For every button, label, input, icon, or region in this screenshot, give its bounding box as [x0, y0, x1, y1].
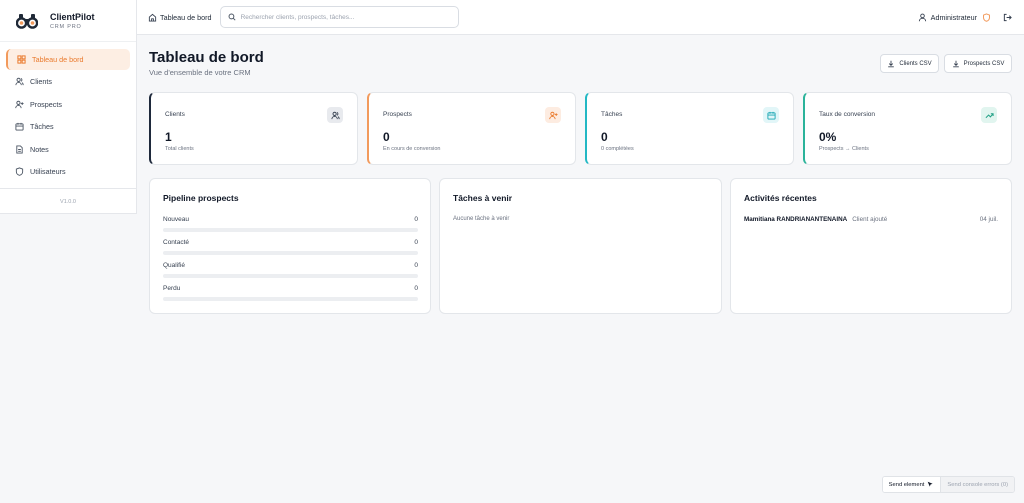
- sidebar-item-label: Utilisateurs: [30, 166, 66, 176]
- stat-value: 0%: [819, 130, 837, 144]
- stage-label: Perdu: [163, 285, 181, 292]
- cursor-icon: [927, 481, 934, 488]
- calendar-icon: [14, 122, 24, 132]
- stage-label: Nouveau: [163, 216, 190, 223]
- stat-value: 0: [601, 130, 608, 144]
- breadcrumb[interactable]: Tableau de bord: [148, 13, 212, 22]
- stat-card-clients[interactable]: Clients 1 Total clients: [149, 92, 358, 165]
- export-prospects-label: Prospects CSV: [963, 60, 1005, 67]
- users-icon: [327, 107, 343, 123]
- pipeline-stage: Nouveau 0: [163, 216, 418, 232]
- sidebar-item-dashboard[interactable]: Tableau de bord: [6, 49, 130, 70]
- search-input[interactable]: [240, 13, 441, 21]
- download-icon: [952, 60, 960, 68]
- note-icon: [14, 144, 24, 154]
- activity-action: Client ajouté: [852, 216, 888, 223]
- stat-desc: Total clients: [165, 146, 194, 152]
- stat-desc: Prospects → Clients: [819, 146, 869, 152]
- panel-title: Pipeline prospects: [163, 193, 239, 203]
- user-plus-icon: [545, 107, 561, 123]
- topbar: Tableau de bord Administrateur: [137, 0, 1024, 35]
- user-area: Administrateur: [918, 0, 1012, 35]
- stat-value: 1: [165, 130, 172, 144]
- export-clients-button[interactable]: Clients CSV: [880, 54, 939, 73]
- stat-desc: En cours de conversion: [383, 146, 441, 152]
- app-version: V1.0.0: [0, 188, 136, 205]
- stage-progress-bar: [163, 297, 418, 301]
- tasks-panel: Tâches à venir Aucune tâche à venir: [439, 178, 722, 314]
- stage-count: 0: [414, 216, 418, 223]
- activity-date: 04 juil.: [979, 216, 998, 223]
- calendar-icon: [763, 107, 779, 123]
- sidebar-item-label: Tâches: [30, 122, 54, 132]
- sidebar-item-label: Clients: [30, 77, 52, 87]
- stat-desc: 0 complétées: [601, 146, 634, 152]
- stat-card-prospects[interactable]: Prospects 0 En cours de conversion: [367, 92, 576, 165]
- user-name[interactable]: Administrateur: [931, 13, 977, 22]
- stat-label: Clients: [165, 111, 185, 118]
- trend-up-icon: [981, 107, 997, 123]
- sidebar-item-utilisateurs[interactable]: Utilisateurs: [6, 161, 130, 182]
- pipeline-panel: Pipeline prospects Nouveau 0 Contacté 0 …: [149, 178, 431, 314]
- dashboard-grid-icon: [16, 55, 26, 65]
- home-icon: [148, 13, 157, 22]
- stage-count: 0: [414, 285, 418, 292]
- search-box[interactable]: [219, 6, 459, 28]
- brand[interactable]: ClientPilot CRM PRO: [0, 0, 136, 42]
- sidebar-item-taches[interactable]: Tâches: [6, 116, 130, 137]
- sidebar-item-label: Tableau de bord: [32, 55, 84, 64]
- activity-item[interactable]: Mamitiana RANDRIANANTENAINA Client ajout…: [744, 216, 998, 223]
- activity-user: Mamitiana RANDRIANANTENAINA: [744, 216, 848, 223]
- sidebar-nav: Tableau de bord Clients Prospects Tâches…: [0, 42, 136, 190]
- shield-icon: [14, 166, 24, 176]
- stage-progress-bar: [163, 251, 418, 255]
- users-icon: [14, 77, 24, 87]
- stat-label: Tâches: [601, 111, 623, 118]
- stat-card-conversion[interactable]: Taux de conversion 0% Prospects → Client…: [803, 92, 1012, 165]
- sidebar-item-clients[interactable]: Clients: [6, 71, 130, 92]
- logout-icon[interactable]: [1003, 13, 1012, 22]
- brand-subtitle: CRM PRO: [50, 23, 82, 30]
- sidebar: ClientPilot CRM PRO Tableau de bord Clie…: [0, 0, 137, 214]
- pipeline-stage: Qualifié 0: [163, 262, 418, 278]
- panel-title: Tâches à venir: [453, 193, 513, 203]
- page-subtitle: Vue d'ensemble de votre CRM: [149, 68, 251, 77]
- send-console-errors-button[interactable]: Send console errors (0): [940, 477, 1014, 492]
- user-icon: [918, 13, 927, 22]
- stage-count: 0: [414, 262, 418, 269]
- export-clients-label: Clients CSV: [899, 60, 932, 67]
- stage-count: 0: [414, 239, 418, 246]
- stage-progress-bar: [163, 228, 418, 232]
- breadcrumb-label: Tableau de bord: [160, 12, 212, 22]
- sidebar-item-notes[interactable]: Notes: [6, 139, 130, 160]
- debug-toolbar: Send element Send console errors (0): [881, 476, 1015, 493]
- send-element-button[interactable]: Send element: [882, 477, 941, 492]
- stat-label: Prospects: [383, 111, 412, 118]
- page-title: Tableau de bord: [149, 49, 264, 66]
- stat-label: Taux de conversion: [819, 111, 876, 118]
- export-prospects-button[interactable]: Prospects CSV: [944, 54, 1012, 73]
- sidebar-item-label: Notes: [30, 144, 49, 154]
- stage-label: Qualifié: [163, 262, 186, 269]
- binoculars-logo-icon: [15, 12, 39, 30]
- panel-title: Activités récentes: [744, 193, 817, 203]
- user-plus-icon: [14, 99, 24, 109]
- pipeline-stage: Perdu 0: [163, 285, 418, 301]
- activities-panel: Activités récentes Mamitiana RANDRIANANT…: [730, 178, 1012, 314]
- sidebar-item-label: Prospects: [30, 99, 62, 109]
- sidebar-item-prospects[interactable]: Prospects: [6, 94, 130, 115]
- pipeline-stage: Contacté 0: [163, 239, 418, 255]
- download-icon: [887, 60, 895, 68]
- search-icon: [228, 13, 236, 21]
- stat-card-taches[interactable]: Tâches 0 0 complétées: [585, 92, 794, 165]
- shield-badge-icon: [982, 13, 991, 22]
- stat-value: 0: [383, 130, 390, 144]
- stage-progress-bar: [163, 274, 418, 278]
- brand-name: ClientPilot: [50, 11, 95, 22]
- tasks-empty-message: Aucune tâche à venir: [453, 216, 510, 222]
- stage-label: Contacté: [163, 239, 190, 246]
- send-element-label: Send element: [888, 481, 925, 488]
